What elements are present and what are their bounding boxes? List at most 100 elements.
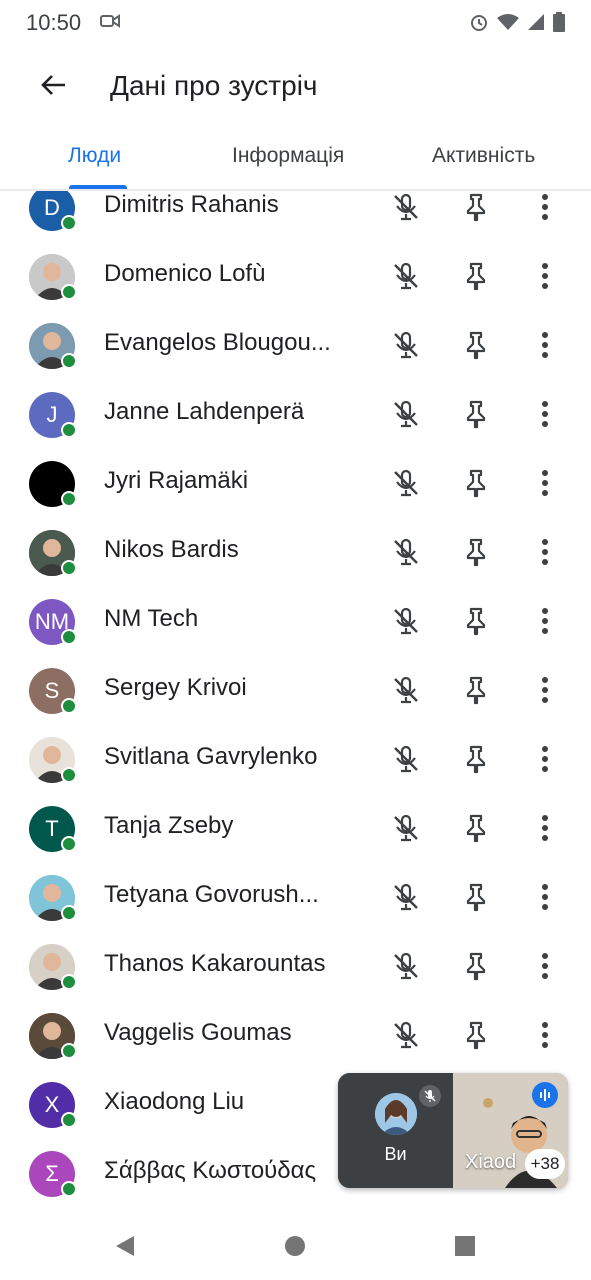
pin-icon[interactable] — [458, 810, 494, 846]
online-status-dot — [61, 767, 77, 783]
participant-row[interactable]: Jyri Rajamäki — [0, 461, 591, 530]
pin-icon[interactable] — [458, 603, 494, 639]
participant-name: Domenico Lofù — [104, 260, 266, 287]
participant-row[interactable]: S Sergey Krivoi — [0, 668, 591, 737]
home-circle-icon[interactable] — [282, 1233, 308, 1259]
online-status-dot — [61, 629, 77, 645]
back-button[interactable] — [36, 68, 70, 102]
participant-row[interactable]: Nikos Bardis — [0, 530, 591, 599]
more-vert-icon[interactable] — [527, 191, 563, 225]
alarm-icon — [469, 12, 489, 37]
online-status-dot — [61, 1112, 77, 1128]
more-vert-icon[interactable] — [527, 948, 563, 984]
pin-icon[interactable] — [458, 465, 494, 501]
more-vert-icon[interactable] — [527, 465, 563, 501]
more-vert-icon[interactable] — [527, 603, 563, 639]
pin-icon[interactable] — [458, 1017, 494, 1053]
participant-name: Xiaodong Liu — [104, 1088, 245, 1115]
participant-row[interactable]: Svitlana Gavrylenko — [0, 737, 591, 806]
online-status-dot — [61, 491, 77, 507]
app-bar: Дані про зустріч — [0, 46, 591, 130]
pip-remote-tile: Xiaod +38 — [453, 1073, 568, 1188]
participant-name: Σάββας Κωστούδας — [104, 1157, 317, 1184]
video-camera-icon — [100, 13, 120, 34]
avatar-initials: Σ — [45, 1161, 59, 1186]
more-participants-badge: +38 — [525, 1149, 565, 1179]
more-vert-icon[interactable] — [527, 672, 563, 708]
avatar-initials: T — [45, 816, 59, 841]
mic-off-icon — [388, 603, 424, 639]
participant-row[interactable]: Vaggelis Goumas — [0, 1013, 591, 1082]
online-status-dot — [61, 353, 77, 369]
participant-name: NM Tech — [104, 605, 199, 632]
participants-list[interactable]: D Dimitris Rahanis Domenico Lofù Evangelos … — [0, 191, 591, 1211]
pin-icon[interactable] — [458, 396, 494, 432]
mic-off-icon — [388, 258, 424, 294]
pin-icon[interactable] — [458, 191, 494, 225]
self-avatar — [375, 1093, 417, 1135]
pin-icon[interactable] — [458, 741, 494, 777]
participant-row[interactable]: Evangelos Blougou... — [0, 323, 591, 392]
avatar-initials: X — [44, 1092, 60, 1117]
avatar-initials: S — [44, 678, 60, 703]
more-vert-icon[interactable] — [527, 327, 563, 363]
pin-icon[interactable] — [458, 327, 494, 363]
more-vert-icon[interactable] — [527, 879, 563, 915]
tab-activity[interactable]: Активність — [432, 144, 535, 189]
mic-off-icon — [388, 810, 424, 846]
pin-icon[interactable] — [458, 534, 494, 570]
tab-indicator — [69, 185, 127, 189]
participant-row[interactable]: Thanos Kakarountas — [0, 944, 591, 1013]
online-status-dot — [61, 215, 77, 231]
mic-off-icon — [388, 465, 424, 501]
participant-name: Janne Lahdenperä — [104, 398, 305, 425]
speaking-indicator-icon — [532, 1082, 558, 1108]
online-status-dot — [61, 1181, 77, 1197]
participant-name: Tetyana Govorush... — [104, 881, 319, 908]
mic-off-icon — [388, 879, 424, 915]
pip-self-tile: Ви — [338, 1073, 453, 1188]
participant-name: Evangelos Blougou... — [104, 329, 331, 356]
online-status-dot — [61, 974, 77, 990]
participant-row[interactable]: NM NM Tech — [0, 599, 591, 668]
mic-off-icon — [388, 327, 424, 363]
mic-off-icon — [388, 191, 424, 225]
nav-bar — [0, 1211, 591, 1280]
mic-off-icon — [388, 741, 424, 777]
participant-row[interactable]: Domenico Lofù — [0, 254, 591, 323]
recents-square-icon[interactable] — [452, 1233, 478, 1259]
pip-window[interactable]: Ви Xiaod +38 — [338, 1073, 568, 1188]
online-status-dot — [61, 698, 77, 714]
participant-name: Jyri Rajamäki — [104, 467, 249, 494]
pin-icon[interactable] — [458, 948, 494, 984]
participant-name: Tanja Zseby — [104, 812, 234, 839]
pin-icon[interactable] — [458, 672, 494, 708]
more-vert-icon[interactable] — [527, 810, 563, 846]
mic-off-icon — [388, 948, 424, 984]
participant-row[interactable]: J Janne Lahdenperä — [0, 392, 591, 461]
tab-people[interactable]: Люди — [68, 144, 121, 189]
participant-row[interactable]: D Dimitris Rahanis — [0, 191, 591, 254]
pin-icon[interactable] — [458, 879, 494, 915]
mic-off-icon — [388, 396, 424, 432]
more-vert-icon[interactable] — [527, 396, 563, 432]
wifi-icon — [497, 13, 519, 36]
online-status-dot — [61, 284, 77, 300]
tab-info[interactable]: Інформація — [232, 144, 344, 189]
remote-name: Xiaod — [465, 1151, 517, 1173]
mic-off-icon — [388, 672, 424, 708]
participant-row[interactable]: Tetyana Govorush... — [0, 875, 591, 944]
more-vert-icon[interactable] — [527, 534, 563, 570]
pin-icon[interactable] — [458, 258, 494, 294]
status-bar: 10:50 — [0, 0, 591, 46]
more-vert-icon[interactable] — [527, 1017, 563, 1053]
avatar-initials: J — [46, 402, 58, 427]
back-triangle-icon[interactable] — [112, 1233, 138, 1259]
participant-name: Vaggelis Goumas — [104, 1019, 292, 1046]
participant-name: Sergey Krivoi — [104, 674, 247, 701]
more-vert-icon[interactable] — [527, 741, 563, 777]
self-mic-off-icon — [419, 1085, 441, 1107]
participant-row[interactable]: T Tanja Zseby — [0, 806, 591, 875]
more-vert-icon[interactable] — [527, 258, 563, 294]
self-label: Ви — [384, 1144, 407, 1164]
